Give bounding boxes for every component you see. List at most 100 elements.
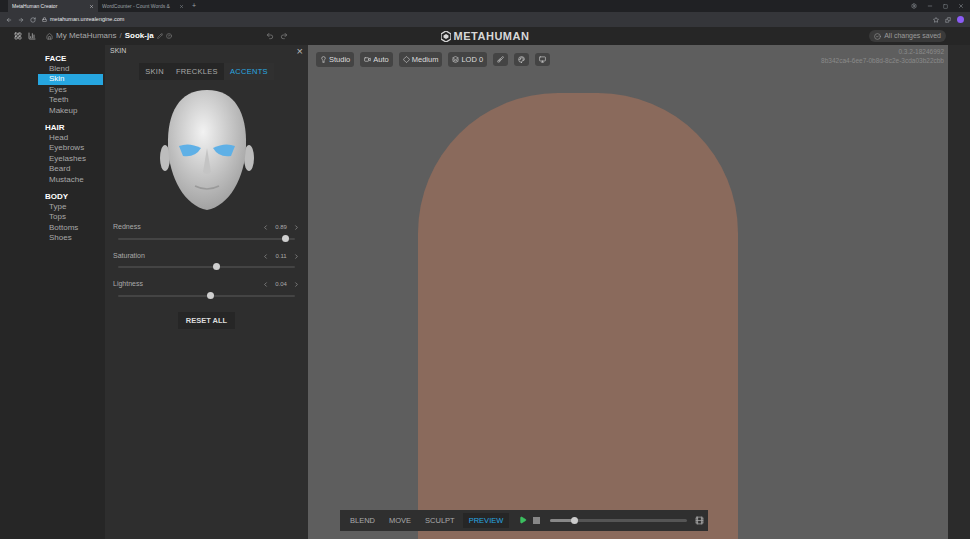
tool-icon xyxy=(497,56,504,63)
toolbar-icon-button[interactable] xyxy=(493,53,508,66)
face-map-icon xyxy=(157,88,257,212)
edit-icon[interactable] xyxy=(157,33,163,39)
panel-tab[interactable]: ACCENTS xyxy=(224,63,274,80)
right-strip xyxy=(948,45,970,539)
browser-tab[interactable]: MetaHuman Creator xyxy=(8,0,98,12)
toolbar-icon xyxy=(364,56,371,63)
save-status: All changes saved xyxy=(869,30,946,43)
nav-item[interactable]: Beard xyxy=(38,164,103,174)
nav-section-title: HAIR xyxy=(0,122,105,133)
redo-icon[interactable] xyxy=(280,32,288,40)
panel-tab[interactable]: FRECKLES xyxy=(170,63,224,80)
slider-value[interactable]: 0.04 xyxy=(272,280,290,289)
build-info: 0.3.2-182469928b342ca4-6ee7-0b8d-8c2e-3c… xyxy=(821,47,944,65)
profile-avatar-icon[interactable] xyxy=(957,16,964,23)
timeline-slider[interactable] xyxy=(550,519,687,522)
home-icon[interactable] xyxy=(46,33,53,40)
reload-icon[interactable] xyxy=(30,17,36,23)
nav-item[interactable]: Head xyxy=(38,133,103,143)
toolbar-button[interactable]: LOD 0 xyxy=(448,52,487,67)
toolbar-button[interactable]: Studio xyxy=(316,52,354,67)
profile-icon[interactable] xyxy=(911,3,917,9)
slider-handle[interactable] xyxy=(282,235,289,242)
nav-item[interactable]: Makeup xyxy=(38,106,103,116)
timeline-handle[interactable] xyxy=(571,517,578,524)
new-tab-button[interactable]: + xyxy=(188,0,200,12)
metahuman-logo-icon xyxy=(441,31,451,42)
nav-section: BODYTypeTopsBottomsShoes xyxy=(0,191,105,244)
nav-item[interactable]: Tops xyxy=(38,212,103,222)
reset-all-button[interactable]: RESET ALL xyxy=(178,312,235,329)
grid-icon[interactable] xyxy=(14,32,22,40)
browser-tab-bar: MetaHuman CreatorWordCounter - Count Wor… xyxy=(0,0,970,12)
slider-value[interactable]: 0.89 xyxy=(272,223,290,232)
panel-tabs: SKINFRECKLESACCENTS xyxy=(105,63,308,80)
help-icon[interactable] xyxy=(166,33,172,39)
slider-track[interactable] xyxy=(118,238,295,240)
increase-icon[interactable] xyxy=(293,281,300,288)
slider-handle[interactable] xyxy=(207,292,214,299)
nav-item[interactable]: Mustache xyxy=(38,175,103,185)
decrease-icon[interactable] xyxy=(262,281,269,288)
slider-row: Redness0.89 xyxy=(113,222,300,243)
nav-item[interactable]: Eyebrows xyxy=(38,143,103,153)
nav-item[interactable]: Type xyxy=(38,202,103,212)
slider-track[interactable] xyxy=(118,266,295,268)
toolbar-icon-button[interactable] xyxy=(535,53,550,66)
address-bar: metahuman.unrealengine.com xyxy=(0,12,970,27)
undo-icon[interactable] xyxy=(266,32,274,40)
maximize-icon[interactable] xyxy=(943,4,948,9)
back-icon[interactable] xyxy=(6,17,12,23)
slider-handle[interactable] xyxy=(213,263,220,270)
extensions-icon[interactable] xyxy=(945,17,951,23)
toolbar-button[interactable]: Auto xyxy=(360,52,392,67)
nav-item[interactable]: Blend xyxy=(38,64,103,74)
mode-tab[interactable]: BLEND xyxy=(344,513,381,528)
nav-section: FACEBlendSkinEyesTeethMakeup xyxy=(0,53,105,116)
nav-section-title: BODY xyxy=(0,191,105,202)
nav-item[interactable]: Shoes xyxy=(38,233,103,243)
stats-icon[interactable] xyxy=(28,32,36,40)
slider-row: Lightness 0.04 xyxy=(113,279,300,300)
breadcrumb-root[interactable]: My MetaHumans xyxy=(56,30,116,42)
increase-icon[interactable] xyxy=(293,224,300,231)
forward-icon[interactable] xyxy=(18,17,24,23)
decrease-icon[interactable] xyxy=(262,224,269,231)
play-icon[interactable] xyxy=(519,516,527,524)
logo: METAHUMAN xyxy=(441,28,530,45)
slider-value[interactable]: 0.11 xyxy=(272,252,290,261)
close-tab-icon[interactable] xyxy=(89,4,94,9)
character-name: Sook-ja xyxy=(125,30,154,42)
viewport[interactable]: Studio Auto Medium LOD 0 0.3.2-182469928b342… xyxy=(308,45,948,539)
slider-label: Saturation xyxy=(113,251,145,262)
stop-icon[interactable] xyxy=(533,517,540,524)
app-header: My MetaHumans/Sook-jaMETAHUMANAll change… xyxy=(0,27,970,45)
close-window-icon[interactable] xyxy=(958,3,964,9)
url-field[interactable]: metahuman.unrealengine.com xyxy=(42,15,927,23)
slider-track[interactable] xyxy=(118,295,295,297)
toolbar-icon-button[interactable] xyxy=(514,53,529,66)
bookmark-icon[interactable] xyxy=(933,17,939,23)
nav-section-title: FACE xyxy=(0,53,105,64)
slider-label: Lightness xyxy=(113,279,143,290)
browser-tab[interactable]: WordCounter - Count Words & xyxy=(98,0,188,12)
mode-tab[interactable]: MOVE xyxy=(383,513,417,528)
decrease-icon[interactable] xyxy=(262,253,269,260)
panel-tab[interactable]: SKIN xyxy=(139,63,170,80)
toolbar-button[interactable]: Medium xyxy=(399,52,443,67)
app: MetaHuman CreatorWordCounter - Count Wor… xyxy=(0,0,970,539)
camera-icon[interactable] xyxy=(695,516,704,525)
render-preview xyxy=(418,93,738,539)
nav-item[interactable]: Teeth xyxy=(38,95,103,105)
close-tab-icon[interactable] xyxy=(179,4,184,9)
nav-item[interactable]: Skin xyxy=(38,74,103,84)
toolbar-icon xyxy=(320,56,327,63)
increase-icon[interactable] xyxy=(293,253,300,260)
nav-item[interactable]: Eyes xyxy=(38,85,103,95)
mode-tab[interactable]: SCULPT xyxy=(419,513,461,528)
minimize-icon[interactable] xyxy=(927,3,933,9)
nav-item[interactable]: Bottoms xyxy=(38,223,103,233)
close-button[interactable]: × xyxy=(297,46,303,57)
nav-item[interactable]: Eyelashes xyxy=(38,154,103,164)
mode-tab[interactable]: PREVIEW xyxy=(463,513,510,528)
